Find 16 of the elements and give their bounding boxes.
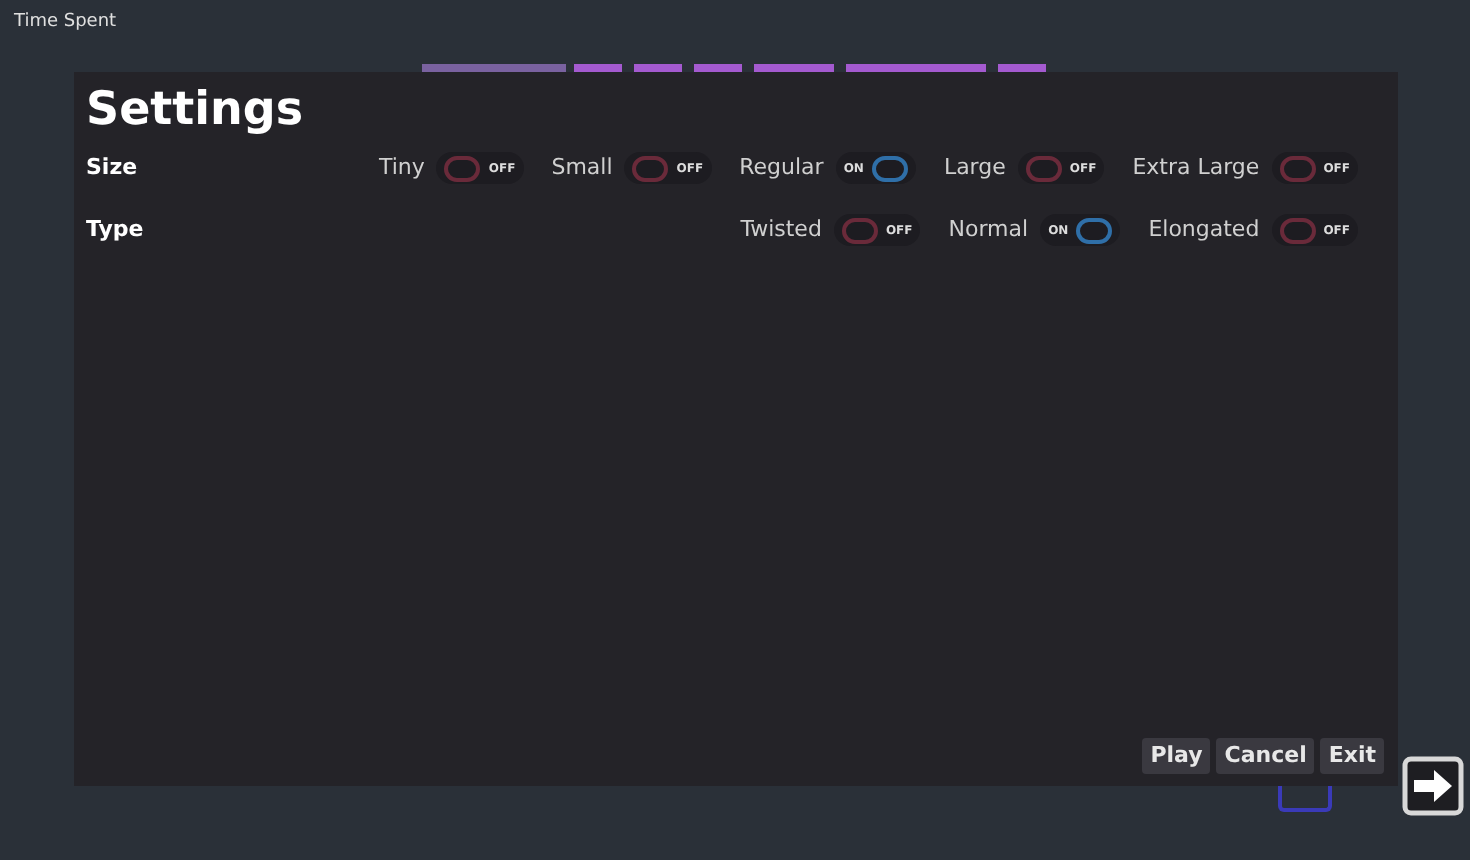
option-label: Regular (739, 151, 824, 184)
settings-title: Settings (86, 82, 306, 140)
group-label: Type (86, 213, 144, 246)
dialog-button[interactable]: Exit (1320, 738, 1384, 774)
corner-label: Time Spent (14, 10, 117, 36)
option-label: Normal (948, 213, 1029, 246)
option-label: Tiny (379, 151, 425, 184)
option-label: Large (943, 151, 1006, 184)
dialog-button[interactable]: Play (1142, 738, 1211, 774)
option-label: Small (551, 151, 613, 184)
group-label: Size (86, 151, 138, 184)
tab-indicator-icon (1278, 786, 1332, 812)
option-label: Elongated (1148, 213, 1260, 246)
dialog-button[interactable]: Cancel (1216, 738, 1315, 774)
option-label: Twisted (740, 213, 822, 246)
option-label: Extra Large (1132, 151, 1260, 184)
